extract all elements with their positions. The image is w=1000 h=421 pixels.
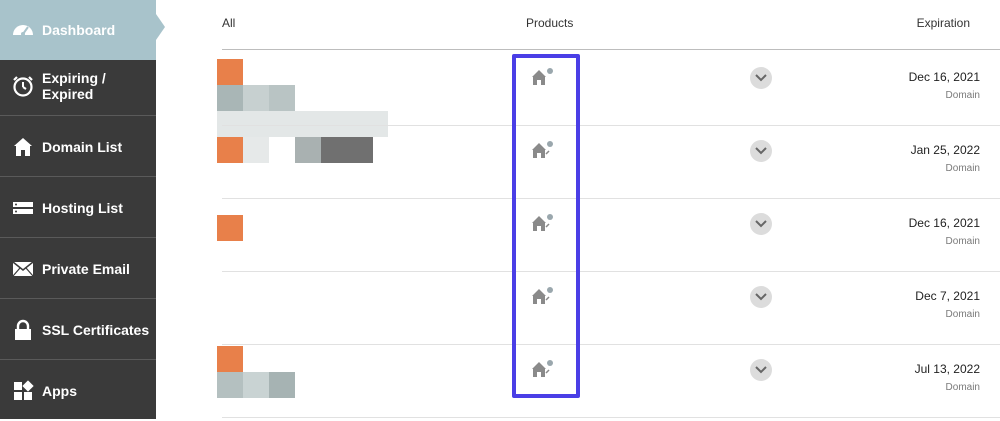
sidebar-item-label: Dashboard	[42, 22, 116, 38]
domain-house-icon[interactable]	[530, 66, 556, 88]
column-header-all[interactable]: All	[222, 16, 235, 30]
lock-icon	[15, 319, 31, 340]
sidebar-item-label: Private Email	[42, 260, 130, 277]
expand-chevron-button[interactable]	[750, 213, 772, 235]
sidebar-item-dashboard[interactable]: Dashboard	[0, 0, 165, 60]
header-divider	[222, 49, 1000, 50]
sidebar-item-domain-list[interactable]: Domain List	[0, 117, 156, 177]
domain-house-icon[interactable]	[530, 358, 556, 380]
chevron-down-icon	[755, 293, 767, 301]
product-type: Domain	[945, 90, 980, 101]
domain-house-icon[interactable]	[530, 212, 556, 234]
expiration-date: Jul 13, 2022	[914, 362, 980, 376]
sidebar-item-label: Expiring / Expired	[42, 69, 106, 102]
expand-chevron-button[interactable]	[750, 359, 772, 381]
column-header-expiration[interactable]: Expiration	[917, 16, 970, 30]
sidebar-item-label: Domain List	[42, 138, 123, 155]
chevron-down-icon	[755, 220, 767, 228]
expand-chevron-button[interactable]	[750, 286, 772, 308]
expiration-date: Dec 16, 2021	[908, 216, 980, 230]
product-type: Domain	[945, 163, 980, 174]
sidebar-item-apps[interactable]: Apps	[0, 361, 156, 421]
domain-house-icon[interactable]	[530, 285, 556, 307]
product-type: Domain	[945, 236, 980, 247]
table-row[interactable]: Jul 13, 2022 Domain	[222, 345, 1000, 418]
expiration-date: Dec 16, 2021	[908, 70, 980, 84]
expiration-date: Jan 25, 2022	[910, 143, 980, 157]
sidebar-item-private-email[interactable]: Private Email	[0, 239, 156, 299]
chevron-down-icon	[755, 366, 767, 374]
chevron-down-icon	[755, 147, 767, 155]
sidebar-item-hosting-list[interactable]: Hosting List	[0, 178, 156, 238]
server-icon	[13, 201, 33, 214]
product-type: Domain	[945, 382, 980, 393]
chevron-down-icon	[755, 74, 767, 82]
apps-grid-icon	[14, 380, 34, 400]
timer-icon	[13, 75, 33, 97]
sidebar-item-label: Apps	[42, 383, 77, 399]
envelope-icon	[12, 260, 34, 276]
sidebar-item-label: Hosting List	[42, 199, 123, 216]
column-header-products: Products	[526, 16, 574, 30]
domain-house-icon[interactable]	[530, 139, 556, 161]
row-divider	[222, 417, 1000, 418]
product-type: Domain	[945, 309, 980, 320]
expand-chevron-button[interactable]	[750, 140, 772, 162]
sidebar-item-label: SSL Certificates	[42, 321, 150, 338]
sidebar-item-expiring-expired[interactable]: Expiring / Expired	[0, 56, 156, 116]
sidebar-item-ssl-certificates[interactable]: SSL Certificates	[0, 300, 156, 360]
table-row[interactable]: Dec 16, 2021 Domain	[222, 53, 1000, 126]
table-row[interactable]: Dec 16, 2021 Domain	[222, 199, 1000, 272]
expiration-date: Dec 7, 2021	[915, 289, 980, 303]
expand-chevron-button[interactable]	[750, 67, 772, 89]
table-row[interactable]: Dec 7, 2021 Domain	[222, 272, 1000, 345]
sidebar: Dashboard Expiring / Expired Domain List…	[0, 0, 165, 421]
gauge-icon	[13, 25, 33, 36]
table-row[interactable]: Jan 25, 2022 Domain	[222, 126, 1000, 199]
house-icon	[14, 137, 32, 156]
